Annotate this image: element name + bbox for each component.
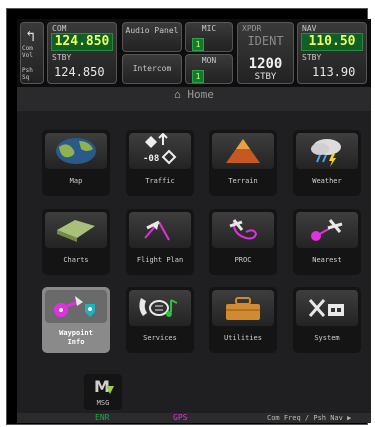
tile-waypoint-info[interactable]: Waypoint Info: [42, 287, 110, 353]
tile-utilities[interactable]: Utilities: [209, 287, 277, 353]
tile-weather[interactable]: Weather: [293, 130, 361, 196]
tile-proc[interactable]: PROC: [209, 209, 277, 275]
traffic-value: -08: [143, 154, 159, 164]
terrain-icon: [212, 133, 274, 169]
nav-frequency-button[interactable]: NAV 110.50 STBY 113.90: [297, 22, 367, 84]
com-stby-label: STBY: [52, 53, 72, 62]
top-bar: ↰ Com Vol Psh Sq COM 124.850 STBY 124.85…: [17, 19, 371, 87]
com-frequency-button[interactable]: COM 124.850 STBY 124.850: [47, 22, 117, 84]
weather-icon: [296, 133, 358, 169]
proc-icon: [212, 212, 274, 248]
msg-label: MSG: [96, 399, 110, 407]
com-active-frequency: 124.850: [51, 33, 113, 51]
tile-label-line2: Info: [67, 338, 85, 346]
transponder-button[interactable]: XPDR IDENT 1200 STBY: [237, 22, 294, 84]
nav-active-frequency: 110.50: [301, 33, 363, 51]
vol-label: Vol: [22, 52, 33, 59]
tile-label-line1: Waypoint: [59, 329, 93, 337]
tile-charts[interactable]: Charts: [42, 209, 110, 275]
tile-label: Waypoint Info: [42, 329, 110, 347]
tile-label: Utilities: [224, 334, 262, 342]
mic-indicator: 1: [192, 38, 204, 51]
mon-indicator: 1: [192, 70, 204, 83]
nav-title: NAV: [302, 24, 317, 33]
mic-button[interactable]: MIC 1: [185, 22, 233, 52]
home-icon: ⌂: [174, 88, 181, 101]
tile-label: Weather: [312, 177, 342, 185]
nav-standby-frequency: 113.90: [312, 65, 356, 79]
gps-indicator: GPS: [173, 413, 188, 422]
back-button[interactable]: ↰ Com Vol Psh Sq: [20, 22, 44, 84]
tile-label: Flight Plan: [136, 256, 184, 264]
tile-flight-plan[interactable]: Flight Plan: [126, 209, 194, 275]
tile-label: Nearest: [312, 256, 342, 264]
knob-hint-text: Com Freq / Psh Nav: [267, 414, 343, 422]
sq-label: Sq: [22, 74, 30, 81]
com-standby-frequency: 124.850: [54, 65, 105, 79]
tile-label: System: [314, 334, 340, 342]
com-label: Com: [22, 45, 33, 52]
waypoint-info-icon: [45, 290, 107, 323]
msg-button[interactable]: M MSG: [84, 374, 122, 410]
tile-system[interactable]: System: [293, 287, 361, 353]
flight-plan-icon: [129, 212, 191, 248]
tile-label: PROC: [234, 256, 252, 264]
message-icon: M: [94, 377, 114, 396]
status-bar: ENR GPS Com Freq / Psh Nav ▶: [17, 413, 371, 423]
mic-label: MIC: [201, 24, 217, 33]
tile-label: Map: [69, 177, 83, 185]
ident-label: IDENT: [247, 34, 284, 48]
system-icon: [296, 290, 358, 326]
device-frame: ↰ Com Vol Psh Sq COM 124.850 STBY 124.85…: [6, 8, 371, 425]
page-title-label: Home: [187, 88, 214, 101]
screen: ↰ Com Vol Psh Sq COM 124.850 STBY 124.85…: [17, 19, 371, 423]
xpdr-label: XPDR: [242, 24, 262, 33]
nav-stby-label: STBY: [302, 53, 322, 62]
tile-label: Terrain: [228, 177, 258, 185]
knob-hint: Com Freq / Psh Nav ▶: [267, 414, 352, 422]
intercom-label: Intercom: [132, 64, 172, 73]
tile-label: Services: [143, 334, 177, 342]
traffic-icon: -08: [129, 132, 191, 169]
mon-label: MON: [201, 56, 217, 65]
tile-label: Traffic: [145, 177, 175, 185]
psh-label: Psh: [22, 67, 33, 74]
mon-button[interactable]: MON 1: [185, 54, 233, 84]
page-title: ⌂ Home: [17, 87, 371, 111]
tile-nearest[interactable]: Nearest: [293, 209, 361, 275]
intercom-button[interactable]: Intercom: [122, 54, 182, 84]
squawk-code: 1200: [248, 56, 283, 72]
services-icon: [129, 290, 191, 326]
globe-icon: [45, 133, 107, 169]
audio-panel-button[interactable]: Audio Panel: [122, 22, 182, 52]
toolbox-icon: [212, 290, 274, 326]
enr-indicator: ENR: [95, 413, 110, 422]
tile-traffic[interactable]: -08 Traffic: [126, 130, 194, 196]
audio-panel-label: Audio Panel: [125, 26, 179, 35]
nearest-icon: [296, 212, 358, 248]
tile-services[interactable]: Services: [126, 287, 194, 353]
xpdr-state: STBY: [254, 72, 277, 82]
back-arrow-icon: ↰: [26, 27, 36, 45]
tile-terrain[interactable]: Terrain: [209, 130, 277, 196]
com-title: COM: [52, 24, 67, 33]
tile-map[interactable]: Map: [42, 130, 110, 196]
charts-icon: [45, 212, 107, 248]
tile-label: Charts: [63, 256, 89, 264]
